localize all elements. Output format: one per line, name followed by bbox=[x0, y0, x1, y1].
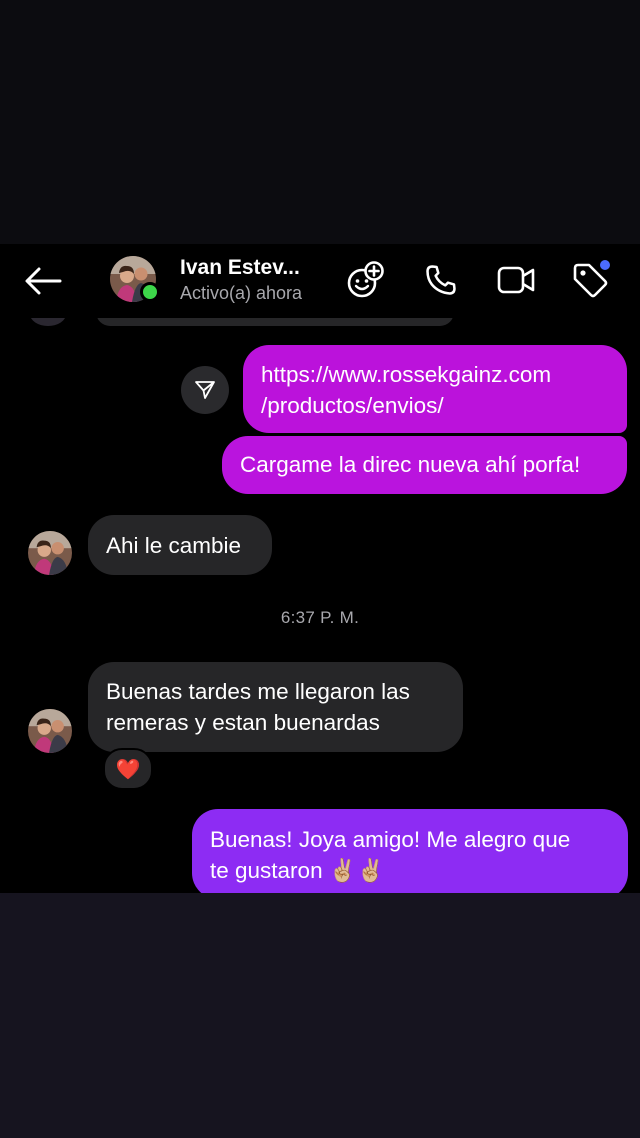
link-text-line-2[interactable]: /productos/envios/ bbox=[261, 390, 609, 421]
sender-avatar[interactable] bbox=[28, 709, 72, 753]
phone-icon bbox=[426, 265, 456, 295]
sender-avatar[interactable] bbox=[28, 531, 72, 575]
top-band bbox=[0, 0, 640, 244]
message-line-1: Buenas! Joya amigo! Me alegro que bbox=[210, 827, 571, 852]
tag-button[interactable] bbox=[568, 258, 612, 302]
chat-header: Ivan Estev... Activo(a) ahora bbox=[0, 244, 640, 318]
incoming-message[interactable]: Ahi le cambie bbox=[88, 515, 272, 575]
contact-avatar[interactable] bbox=[110, 256, 160, 304]
audio-call-button[interactable] bbox=[419, 258, 463, 302]
arrow-left-icon bbox=[25, 267, 62, 295]
heart-reaction[interactable]: ❤️ bbox=[103, 748, 153, 790]
outgoing-link-message[interactable]: https://www.rossekgainz.com /productos/e… bbox=[243, 345, 627, 433]
sticker-button[interactable] bbox=[344, 258, 388, 302]
screen: Ivan Estev... Activo(a) ahora https://ww… bbox=[0, 0, 640, 1138]
message-timestamp: 6:37 P. M. bbox=[280, 608, 360, 627]
contact-status: Activo(a) ahora bbox=[180, 283, 303, 303]
message-line-1: Buenas tardes me llegaron las bbox=[106, 679, 410, 704]
outgoing-message[interactable]: Cargame la direc nueva ahí porfa! bbox=[222, 436, 627, 494]
share-button[interactable] bbox=[181, 366, 229, 414]
sticker-add-icon bbox=[347, 261, 384, 298]
chat-screen: Ivan Estev... Activo(a) ahora https://ww… bbox=[0, 244, 640, 893]
incoming-message[interactable]: Buenas tardes me llegaron las remeras y … bbox=[88, 662, 463, 752]
paper-plane-icon bbox=[195, 381, 215, 399]
back-button[interactable] bbox=[22, 262, 64, 300]
video-camera-icon bbox=[497, 266, 535, 294]
video-call-button[interactable] bbox=[494, 258, 538, 302]
notification-dot bbox=[600, 260, 610, 270]
message-line-2: te gustaron ✌🏼✌🏼 bbox=[210, 858, 385, 883]
bottom-band bbox=[0, 893, 640, 1138]
online-indicator bbox=[140, 282, 160, 302]
link-text-line-1[interactable]: https://www.rossekgainz.com bbox=[261, 359, 609, 390]
message-line-2: remeras y estan buenardas bbox=[106, 710, 380, 735]
contact-name[interactable]: Ivan Estev... bbox=[180, 256, 330, 280]
outgoing-message[interactable]: Buenas! Joya amigo! Me alegro que te gus… bbox=[192, 809, 628, 893]
